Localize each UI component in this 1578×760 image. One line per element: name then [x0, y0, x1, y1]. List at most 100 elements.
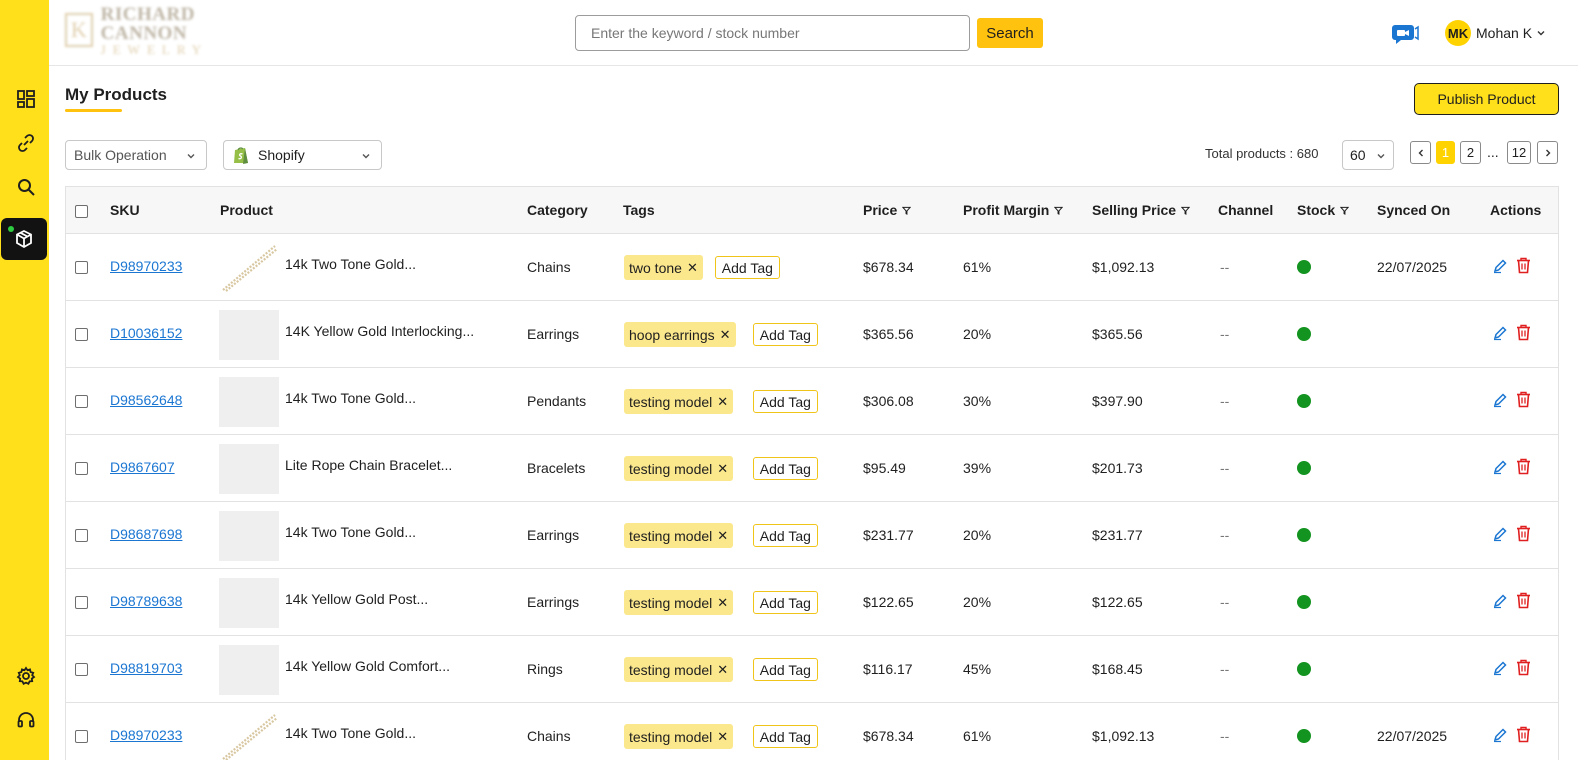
filter-icon[interactable]: [902, 206, 912, 215]
sku-link[interactable]: D98687698: [110, 526, 182, 542]
header-channel[interactable]: Channel: [1218, 202, 1273, 218]
page-1-button[interactable]: 1: [1436, 141, 1455, 164]
product-name[interactable]: 14k Two Tone Gold...: [285, 390, 416, 406]
video-chat-icon[interactable]: [1391, 22, 1419, 46]
page-size-select[interactable]: 60: [1342, 140, 1394, 170]
sku-link[interactable]: D98970233: [110, 258, 182, 274]
header-synced-on[interactable]: Synced On: [1377, 202, 1450, 218]
product-name[interactable]: Lite Rope Chain Bracelet...: [285, 457, 452, 473]
trash-icon[interactable]: [1516, 592, 1531, 609]
header-selling-price[interactable]: Selling Price: [1092, 202, 1191, 218]
product-thumbnail[interactable]: [219, 578, 279, 628]
remove-tag-icon[interactable]: ✕: [717, 394, 728, 410]
remove-tag-icon[interactable]: ✕: [720, 327, 731, 343]
sku-link[interactable]: D98562648: [110, 392, 182, 408]
filter-icon[interactable]: [1340, 206, 1350, 215]
header-stock[interactable]: Stock: [1297, 202, 1350, 218]
search-button[interactable]: Search: [977, 18, 1043, 48]
edit-icon[interactable]: [1492, 526, 1508, 542]
search-input[interactable]: [575, 15, 970, 51]
remove-tag-icon[interactable]: ✕: [687, 260, 698, 276]
add-tag-button[interactable]: Add Tag: [752, 658, 818, 681]
remove-tag-icon[interactable]: ✕: [717, 461, 728, 477]
row-checkbox[interactable]: [75, 328, 88, 341]
product-name[interactable]: 14k Two Tone Gold...: [285, 725, 416, 741]
product-thumbnail[interactable]: [219, 645, 279, 695]
filter-icon[interactable]: [1181, 206, 1191, 215]
product-thumbnail[interactable]: [219, 377, 279, 427]
next-page-button[interactable]: [1537, 141, 1558, 164]
user-menu[interactable]: MK Mohan K: [1445, 20, 1546, 46]
header-product[interactable]: Product: [220, 202, 273, 218]
page-12-button[interactable]: 12: [1507, 141, 1531, 164]
add-tag-button[interactable]: Add Tag: [752, 323, 818, 346]
row-checkbox[interactable]: [75, 596, 88, 609]
sidebar-item-products[interactable]: [1, 218, 47, 260]
search-icon[interactable]: [4, 169, 48, 205]
filter-icon[interactable]: [1054, 206, 1064, 215]
trash-icon[interactable]: [1516, 726, 1531, 743]
dashboard-icon[interactable]: [4, 81, 48, 117]
add-tag-button[interactable]: Add Tag: [752, 524, 818, 547]
trash-icon[interactable]: [1516, 391, 1531, 408]
edit-icon[interactable]: [1492, 727, 1508, 743]
row-checkbox[interactable]: [75, 395, 88, 408]
sku-link[interactable]: D9867607: [110, 459, 175, 475]
remove-tag-icon[interactable]: ✕: [717, 729, 728, 745]
sku-link[interactable]: D98789638: [110, 593, 182, 609]
brand-logo[interactable]: K RICHARD CANNON JEWELRY: [65, 5, 270, 56]
product-name[interactable]: 14k Yellow Gold Comfort...: [285, 658, 450, 674]
sku-link[interactable]: D98819703: [110, 660, 182, 676]
page-2-button[interactable]: 2: [1460, 141, 1481, 164]
product-thumbnail[interactable]: [219, 243, 279, 293]
remove-tag-icon[interactable]: ✕: [717, 528, 728, 544]
header-sku[interactable]: SKU: [110, 202, 140, 218]
trash-icon[interactable]: [1516, 324, 1531, 341]
gear-icon[interactable]: [4, 658, 48, 694]
headset-icon[interactable]: [4, 702, 48, 738]
edit-icon[interactable]: [1492, 392, 1508, 408]
row-checkbox[interactable]: [75, 462, 88, 475]
edit-icon[interactable]: [1492, 325, 1508, 341]
add-tag-button[interactable]: Add Tag: [714, 256, 780, 279]
select-all-checkbox[interactable]: [75, 205, 88, 218]
bulk-operation-dropdown[interactable]: Bulk Operation: [65, 140, 207, 170]
add-tag-button[interactable]: Add Tag: [752, 725, 818, 748]
product-thumbnail[interactable]: [219, 511, 279, 561]
row-checkbox[interactable]: [75, 730, 88, 743]
add-tag-button[interactable]: Add Tag: [752, 591, 818, 614]
remove-tag-icon[interactable]: ✕: [717, 595, 728, 611]
header-tags[interactable]: Tags: [623, 202, 655, 218]
sku-link[interactable]: D10036152: [110, 325, 182, 341]
add-tag-button[interactable]: Add Tag: [752, 390, 818, 413]
publish-product-button[interactable]: Publish Product: [1414, 83, 1559, 115]
row-checkbox[interactable]: [75, 261, 88, 274]
edit-icon[interactable]: [1492, 593, 1508, 609]
header-category[interactable]: Category: [527, 202, 588, 218]
product-name[interactable]: 14k Two Tone Gold...: [285, 524, 416, 540]
product-thumbnail[interactable]: [219, 712, 279, 760]
row-checkbox[interactable]: [75, 529, 88, 542]
product-thumbnail[interactable]: [219, 444, 279, 494]
channel: --: [1220, 594, 1230, 610]
prev-page-button[interactable]: [1410, 141, 1431, 164]
header-price[interactable]: Price: [863, 202, 912, 218]
sku-link[interactable]: D98970233: [110, 727, 182, 743]
trash-icon[interactable]: [1516, 525, 1531, 542]
product-thumbnail[interactable]: [219, 310, 279, 360]
edit-icon[interactable]: [1492, 660, 1508, 676]
row-checkbox[interactable]: [75, 663, 88, 676]
add-tag-button[interactable]: Add Tag: [752, 457, 818, 480]
edit-icon[interactable]: [1492, 459, 1508, 475]
remove-tag-icon[interactable]: ✕: [717, 662, 728, 678]
trash-icon[interactable]: [1516, 458, 1531, 475]
header-profit-margin[interactable]: Profit Margin: [963, 202, 1064, 218]
channel-dropdown[interactable]: Shopify: [223, 140, 382, 170]
edit-icon[interactable]: [1492, 258, 1508, 274]
trash-icon[interactable]: [1516, 659, 1531, 676]
product-name[interactable]: 14k Yellow Gold Post...: [285, 591, 428, 607]
trash-icon[interactable]: [1516, 257, 1531, 274]
link-icon[interactable]: [4, 125, 48, 161]
product-name[interactable]: 14k Two Tone Gold...: [285, 256, 416, 272]
product-name[interactable]: 14K Yellow Gold Interlocking...: [285, 323, 474, 339]
